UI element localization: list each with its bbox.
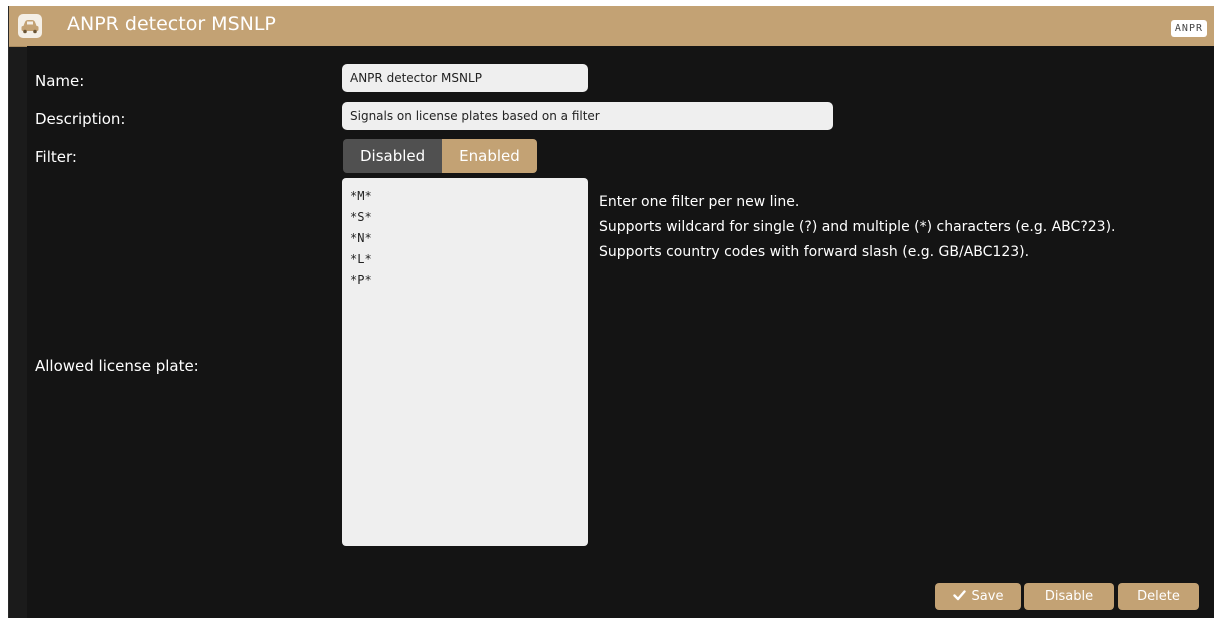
detector-panel: ANPR detector MSNLP ANPR Name: ANPR dete… xyxy=(8,6,1214,618)
filter-disabled-button[interactable]: Disabled xyxy=(343,139,443,173)
name-label: Name: xyxy=(35,72,85,90)
plate-entry: *L* xyxy=(350,252,372,266)
panel-title: ANPR detector MSNLP xyxy=(67,13,276,35)
disable-button[interactable]: Disable xyxy=(1024,583,1114,610)
panel-header: ANPR detector MSNLP ANPR xyxy=(9,6,1214,47)
plate-entry: *N* xyxy=(350,231,372,245)
check-icon xyxy=(952,590,966,601)
description-input[interactable]: Signals on license plates based on a fil… xyxy=(342,102,833,130)
type-badge: ANPR xyxy=(1170,20,1207,37)
plate-entry: *M* xyxy=(350,189,372,203)
allowed-plates-label: Allowed license plate: xyxy=(35,357,199,375)
save-button[interactable]: Save xyxy=(935,583,1021,610)
plate-entry: *S* xyxy=(350,210,372,224)
filter-label: Filter: xyxy=(35,148,77,166)
filter-toggle: Disabled Enabled xyxy=(343,139,537,173)
description-label: Description: xyxy=(35,110,126,128)
plate-entry: *P* xyxy=(350,273,372,287)
name-input[interactable]: ANPR detector MSNLP xyxy=(342,64,588,92)
delete-button[interactable]: Delete xyxy=(1118,583,1199,610)
save-label: Save xyxy=(971,589,1004,604)
car-icon xyxy=(18,14,42,38)
help-line: Supports country codes with forward slas… xyxy=(599,244,1030,260)
form-area xyxy=(27,46,1214,618)
filter-enabled-button[interactable]: Enabled xyxy=(442,139,537,173)
allowed-plates-textarea[interactable]: *M* *S* *N* *L* *P* xyxy=(342,178,588,546)
help-line: Enter one filter per new line. xyxy=(599,194,800,210)
help-line: Supports wildcard for single (?) and mul… xyxy=(599,219,1116,235)
filter-help-text: Enter one filter per new line. Supports … xyxy=(599,190,1115,265)
